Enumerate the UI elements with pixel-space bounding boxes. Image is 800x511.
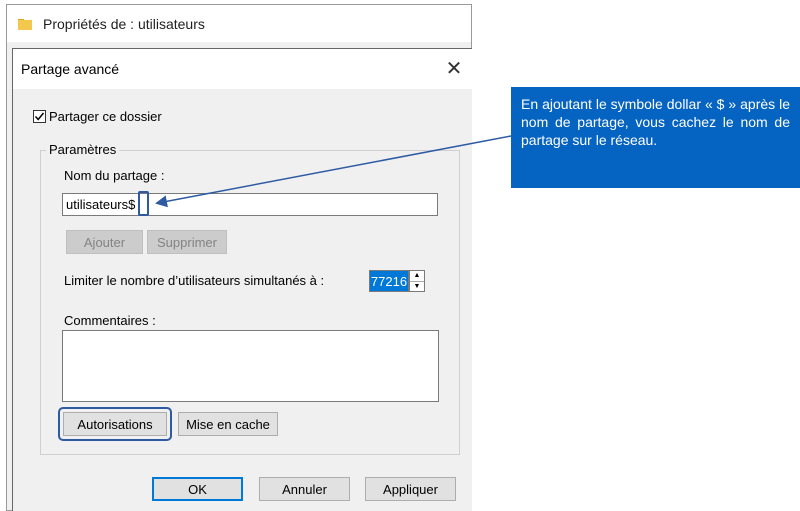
close-icon[interactable]: ✕ bbox=[444, 59, 464, 79]
settings-legend: Paramètres bbox=[46, 142, 120, 157]
add-button[interactable]: Ajouter bbox=[66, 230, 143, 254]
dialog-titlebar: Partage avancé bbox=[13, 49, 472, 89]
share-name-label: Nom du partage : bbox=[64, 168, 165, 183]
folder-icon bbox=[17, 16, 33, 32]
comments-label: Commentaires : bbox=[64, 313, 156, 328]
properties-titlebar: Propriétés de : utilisateurs bbox=[7, 5, 471, 42]
cancel-button[interactable]: Annuler bbox=[259, 477, 350, 501]
spin-up-icon[interactable]: ▲ bbox=[410, 271, 424, 281]
apply-button[interactable]: Appliquer bbox=[365, 477, 456, 501]
spin-down-icon[interactable]: ▼ bbox=[410, 280, 424, 292]
caching-button[interactable]: Mise en cache bbox=[178, 412, 278, 436]
user-limit-spinner[interactable]: ▲ ▼ bbox=[409, 270, 425, 292]
permissions-button[interactable]: Autorisations bbox=[63, 412, 167, 436]
share-folder-checkbox[interactable] bbox=[33, 110, 46, 123]
user-limit-label: Limiter le nombre d’utilisateurs simulta… bbox=[64, 273, 325, 288]
remove-button[interactable]: Supprimer bbox=[147, 230, 227, 254]
share-name-input[interactable]: utilisateurs$ bbox=[62, 193, 438, 216]
checkmark-icon bbox=[34, 112, 45, 121]
user-limit-input[interactable]: 77216 bbox=[369, 270, 409, 292]
share-name-value: utilisateurs$ bbox=[66, 197, 136, 212]
info-callout: En ajoutant le symbole dollar « $ » aprè… bbox=[511, 87, 800, 188]
properties-title: Propriétés de : utilisateurs bbox=[43, 15, 205, 32]
share-folder-checkbox-row[interactable]: Partager ce dossier bbox=[33, 109, 162, 124]
ok-button[interactable]: OK bbox=[152, 477, 243, 501]
comments-textarea[interactable] bbox=[62, 330, 439, 402]
dollar-highlight bbox=[138, 191, 149, 216]
dialog-title: Partage avancé bbox=[21, 61, 120, 77]
share-folder-label: Partager ce dossier bbox=[49, 109, 162, 124]
